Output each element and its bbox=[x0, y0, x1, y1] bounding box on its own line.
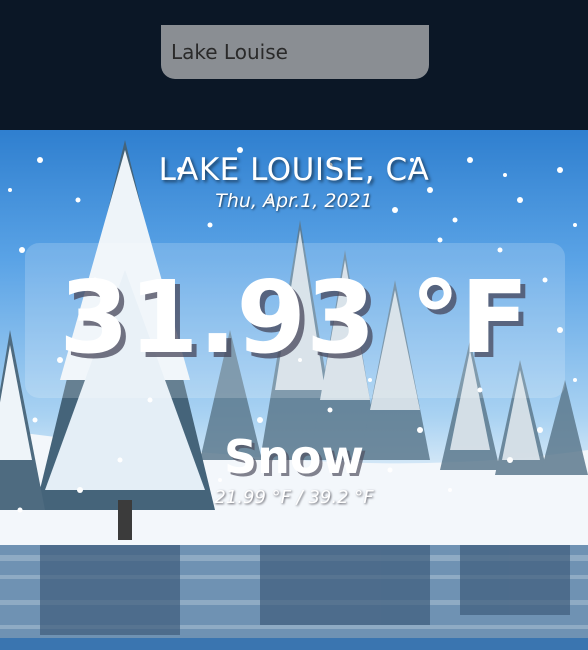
weather-card: LAKE LOUISE, CA Thu, Apr.1, 2021 31.93 °… bbox=[0, 130, 588, 650]
location-name: LAKE LOUISE, CA bbox=[158, 152, 430, 188]
current-date: Thu, Apr.1, 2021 bbox=[215, 190, 373, 212]
temperature-range: 21.99 °F / 39.2 °F bbox=[214, 487, 374, 508]
city-search-input[interactable] bbox=[161, 25, 429, 79]
search-header bbox=[0, 0, 588, 130]
current-temperature: 31.93 °F bbox=[59, 259, 529, 376]
weather-condition: Snow bbox=[224, 430, 364, 484]
